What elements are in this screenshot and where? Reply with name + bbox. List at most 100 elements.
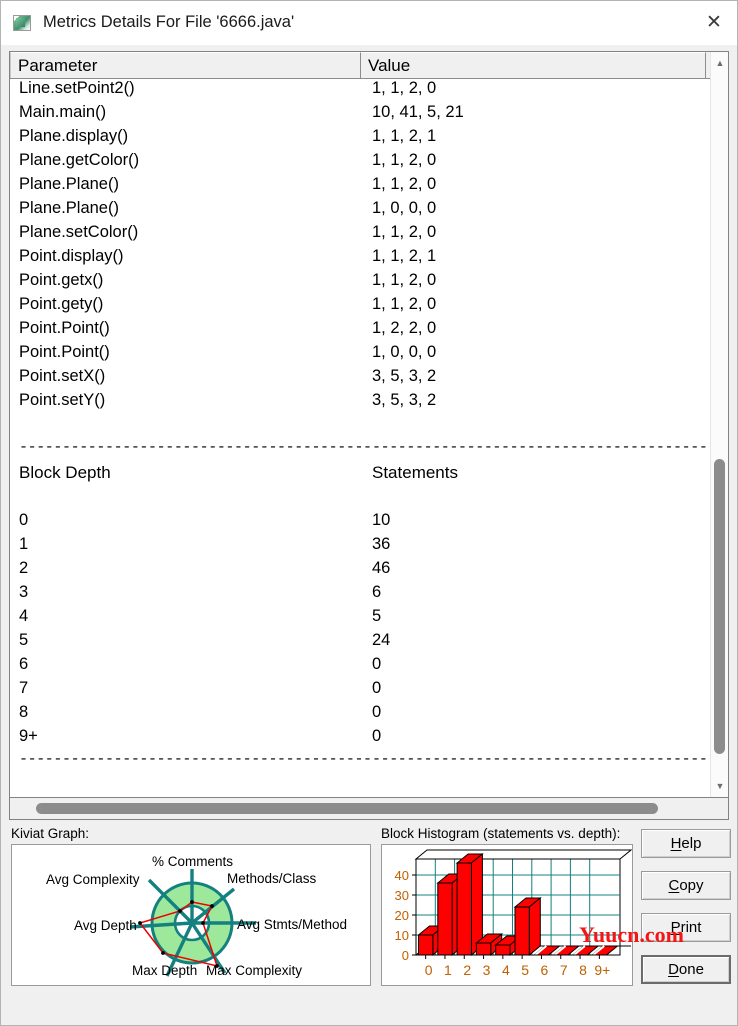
kiviat-axis-label-avg-complexity: Avg Complexity <box>46 872 140 887</box>
cell-parameter: Line.setPoint2() <box>19 79 135 97</box>
cell-parameter: Point.getx() <box>19 271 104 289</box>
table-row[interactable]: Line.setPoint2() 1, 1, 2, 0 <box>10 79 710 103</box>
table-row[interactable]: Point.gety() 1, 1, 2, 0 <box>10 295 710 319</box>
kiviat-axis-label-max-depth: Max Depth <box>132 963 198 978</box>
cell-parameter: 4 <box>19 607 29 625</box>
title-bar: Metrics Details For File '6666.java' ✕ <box>1 1 737 45</box>
table-row[interactable]: Plane.Plane() 1, 1, 2, 0 <box>10 175 710 199</box>
block-histogram-label: Block Histogram (statements vs. depth): <box>381 826 621 841</box>
cell-value: 1, 1, 2, 0 <box>372 271 437 289</box>
cell-value: 10, 41, 5, 21 <box>372 103 464 121</box>
table-row[interactable]: Point.setY() 3, 5, 3, 2 <box>10 391 710 415</box>
table-row[interactable] <box>10 415 710 439</box>
table-row[interactable]: Plane.setColor() 1, 1, 2, 0 <box>10 223 710 247</box>
column-header-parameter[interactable]: Parameter <box>10 52 361 78</box>
table-row[interactable]: 1 36 <box>10 535 710 559</box>
bar-5 <box>514 906 530 956</box>
metrics-table-scroll-area: Parameter Value Line.setPoint2() 1, 1, 2,… <box>10 52 710 797</box>
y-tick-label-30: 30 <box>395 888 409 903</box>
table-row[interactable]: Point.display() 1, 1, 2, 1 <box>10 247 710 271</box>
table-row[interactable]: 36 <box>10 583 710 607</box>
cell-parameter: 2 <box>19 559 29 577</box>
kiviat-graph[interactable]: % Comments Methods/Class Avg Stmts/Metho… <box>11 844 371 986</box>
table-row[interactable]: 2 46 <box>10 559 710 583</box>
horizontal-scrollbar[interactable] <box>9 798 729 820</box>
table-row[interactable]: 70 <box>10 679 710 703</box>
table-row[interactable]: 45 <box>10 607 710 631</box>
cell-parameter: Point.Point() <box>19 343 110 361</box>
cell-value: 1, 1, 2, 0 <box>372 223 437 241</box>
cell-value: ----------------------------------------… <box>372 751 710 768</box>
cell-parameter: 9+ <box>19 727 38 745</box>
horizontal-scrollbar-thumb[interactable] <box>36 803 658 814</box>
vertical-scrollbar-thumb[interactable] <box>714 459 725 754</box>
histogram-column: Block Histogram (statements vs. depth): … <box>381 826 633 986</box>
kiviat-axis-label-avg-depth: Avg Depth <box>74 918 137 933</box>
bar-4 <box>495 944 511 956</box>
table-row[interactable]: ----------------------------------------… <box>10 439 710 463</box>
table-row[interactable]: 80 <box>10 703 710 727</box>
cell-value: 5 <box>372 607 382 625</box>
table-header-row: Parameter Value <box>10 52 710 79</box>
bar-1 <box>437 882 453 956</box>
cell-parameter: Main.main() <box>19 103 107 121</box>
table-row[interactable]: 9+ 0 <box>10 727 710 751</box>
cell-value: 3, 5, 3, 2 <box>372 367 437 385</box>
scroll-up-icon[interactable]: ▲ <box>711 54 728 72</box>
cell-parameter: 0 <box>19 511 29 529</box>
table-row[interactable]: Plane.getColor() 1, 1, 2, 0 <box>10 151 710 175</box>
x-tick-label-1: 1 <box>444 962 452 978</box>
table-row[interactable]: Plane.display() 1, 1, 2, 1 <box>10 127 710 151</box>
metrics-app-icon <box>13 14 31 31</box>
cell-parameter: 6 <box>19 655 29 673</box>
cell-parameter: Plane.display() <box>19 127 129 145</box>
y-tick-label-40: 40 <box>395 868 409 883</box>
cell-parameter: Point.Point() <box>19 319 110 337</box>
cell-parameter: Point.gety() <box>19 295 104 313</box>
table-row[interactable]: ----------------------------------------… <box>10 751 710 775</box>
print-button[interactable]: Print <box>641 913 731 942</box>
cell-value: 1, 1, 2, 1 <box>372 127 437 145</box>
table-row[interactable]: 60 <box>10 655 710 679</box>
close-icon[interactable]: ✕ <box>691 1 737 44</box>
cell-value: 46 <box>372 559 391 577</box>
table-row[interactable]: Point.setX() 3, 5, 3, 2 <box>10 367 710 391</box>
cell-parameter: Plane.Plane() <box>19 175 119 193</box>
column-header-value[interactable]: Value <box>361 52 706 78</box>
y-tick-label-0: 0 <box>402 948 409 963</box>
block-histogram[interactable]: 0 10 20 30 40 0 1 2 3 4 5 6 7 8 9+ <box>381 844 633 986</box>
table-row[interactable]: 5 24 <box>10 631 710 655</box>
kiviat-axis-label-max-complexity: Max Complexity <box>206 963 303 978</box>
cell-value: 36 <box>372 535 391 553</box>
table-row[interactable]: Point.Point() 1, 2, 2, 0 <box>10 319 710 343</box>
table-row[interactable]: 0 10 <box>10 511 710 535</box>
table-row[interactable]: Point.getx() 1, 1, 2, 0 <box>10 271 710 295</box>
metrics-details-dialog: Metrics Details For File '6666.java' ✕ P… <box>0 0 738 1026</box>
table-row[interactable]: Main.main() 10, 41, 5, 21 <box>10 103 710 127</box>
window-title: Metrics Details For File '6666.java' <box>43 13 295 31</box>
scroll-down-icon[interactable]: ▼ <box>711 777 728 795</box>
cell-value: 0 <box>372 655 382 673</box>
table-row[interactable] <box>10 487 710 511</box>
table-body: Line.setPoint2() 1, 1, 2, 0 Main.main() 10,… <box>10 79 710 775</box>
vertical-scrollbar[interactable]: ▲ ▼ <box>710 52 728 797</box>
table-row[interactable]: Point.Point() 1, 0, 0, 0 <box>10 343 710 367</box>
help-button[interactable]: Help <box>641 829 731 858</box>
cell-value: 0 <box>372 703 382 721</box>
bar-side-5 <box>528 896 541 957</box>
cell-parameter: 3 <box>19 583 29 601</box>
x-tick-label-3: 3 <box>483 962 491 978</box>
x-tick-label-7: 7 <box>560 962 568 978</box>
cell-value: 1, 2, 2, 0 <box>372 319 437 337</box>
copy-button[interactable]: Copy <box>641 871 731 900</box>
kiviat-column: Kiviat Graph: % Comments Methods/Class A… <box>11 826 371 986</box>
metrics-table-panel: Parameter Value Line.setPoint2() 1, 1, 2,… <box>9 51 729 798</box>
cell-parameter: Point.setX() <box>19 367 106 385</box>
x-tick-label-0: 0 <box>425 962 433 978</box>
table-row[interactable]: Block Depth Statements <box>10 463 710 487</box>
table-row[interactable]: Plane.Plane() 1, 0, 0, 0 <box>10 199 710 223</box>
cell-value: 1, 1, 2, 1 <box>372 247 437 265</box>
x-tick-label-4: 4 <box>502 962 510 978</box>
cell-parameter: 1 <box>19 535 29 553</box>
done-button[interactable]: Done <box>641 955 731 984</box>
